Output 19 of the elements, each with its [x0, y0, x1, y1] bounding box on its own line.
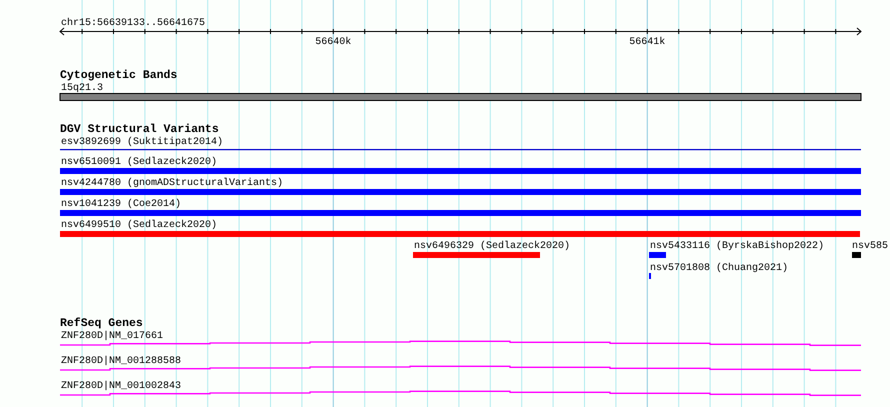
variant-label: nsv5701808 (Chuang2021)	[650, 263, 788, 274]
variant-label: nsv585	[852, 241, 888, 252]
variant-label: nsv5433116 (ByrskaBishop2022)	[650, 241, 824, 252]
gene-label: ZNF280D|NM_001002843	[61, 381, 182, 392]
gene-label: ZNF280D|NM_017661	[61, 331, 164, 342]
gene-label: ZNF280D|NM_001288588	[61, 356, 182, 367]
variant-label: nsv1041239 (Coe2014)	[61, 199, 182, 210]
band-label: 15q21.3	[61, 83, 104, 94]
track-title: RefSeq Genes	[60, 317, 143, 330]
variant-label: nsv6499510 (Sedlazeck2020)	[61, 220, 218, 231]
track-title: Cytogenetic Bands	[60, 69, 178, 82]
track-title: DGV Structural Variants	[60, 123, 219, 136]
variant-label: nsv6510091 (Sedlazeck2020)	[61, 157, 218, 168]
variant-label: nsv6496329 (Sedlazeck2020)	[414, 241, 570, 252]
variant-label: nsv4244780 (gnomADStructuralVariants)	[61, 178, 284, 189]
tick-label: 56640k	[315, 37, 352, 48]
tick-label: 56641k	[629, 37, 666, 48]
variant-label: esv3892699 (Suktitipat2014)	[61, 137, 224, 148]
region-label: chr15:56639133..56641675	[61, 18, 206, 29]
